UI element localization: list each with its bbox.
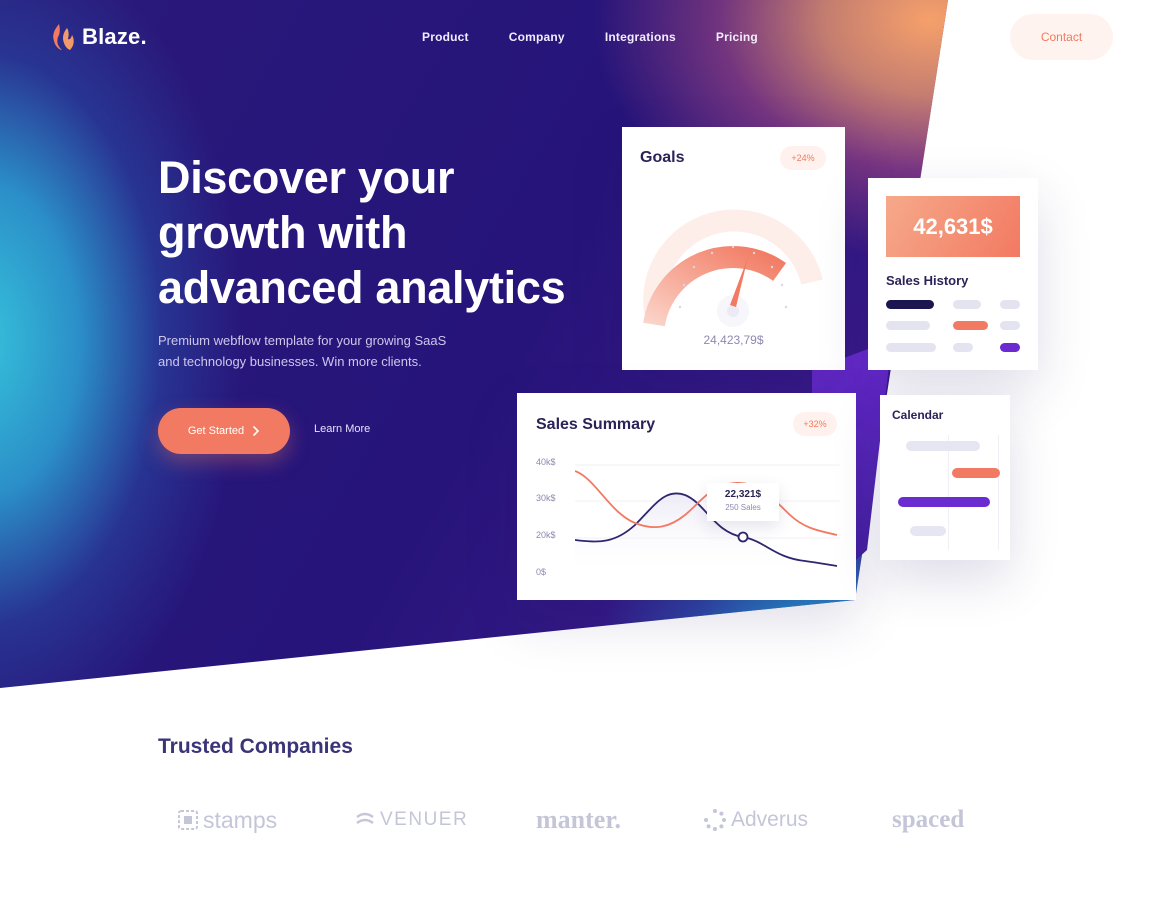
main-nav: Product Company Integrations Pricing [422, 30, 758, 44]
hero-subtitle: Premium webflow template for your growin… [158, 330, 518, 372]
calendar-event[interactable] [898, 497, 990, 507]
contact-button[interactable]: Contact [1010, 14, 1113, 60]
company-name: VENUER [380, 809, 469, 830]
calendar-title: Calendar [892, 408, 944, 422]
goals-value: 24,423,79$ [703, 333, 764, 347]
sales-history-card: 42,631$ Sales History [868, 178, 1038, 370]
sales-summary-title: Sales Summary [536, 416, 656, 433]
goals-card: Goals +24% 24,423,79$ [622, 127, 845, 370]
brand-logo[interactable]: Blaze. [50, 22, 147, 52]
company-logo-spaced: spaced [892, 800, 964, 840]
company-logos: stamps VENUER manter. Adverus spaced [0, 800, 1164, 840]
nav-link-company[interactable]: Company [509, 30, 565, 44]
history-bar [953, 343, 973, 352]
hero-title-line-2: growth with [158, 207, 408, 258]
brand-name: Blaze. [82, 24, 147, 49]
y-axis-label: 40k$ [536, 457, 556, 467]
history-bar [1000, 300, 1020, 309]
company-logo-stamps: stamps [177, 800, 277, 840]
tooltip-sub: 250 Sales [725, 503, 761, 512]
hero-subtitle-line-2: and technology businesses. Win more clie… [158, 354, 422, 369]
goals-gauge [643, 209, 823, 327]
history-bar [953, 300, 981, 309]
flame-icon [53, 24, 74, 50]
y-axis-label: 0$ [536, 567, 547, 577]
hero-subtitle-line-1: Premium webflow template for your growin… [158, 333, 447, 348]
calendar-event[interactable] [906, 441, 980, 451]
history-bar [886, 321, 930, 330]
goals-badge: +24% [780, 146, 826, 170]
trusted-companies-heading: Trusted Companies [158, 735, 353, 758]
history-bar [1000, 321, 1020, 330]
company-logo-adverus: Adverus [703, 800, 808, 840]
nav-link-pricing[interactable]: Pricing [716, 30, 758, 44]
tooltip-value: 22,321$ [724, 489, 762, 500]
calendar-gridline [998, 435, 999, 550]
hero-title-line-3: advanced analytics [158, 262, 566, 313]
company-logo-manter: manter. [536, 800, 621, 840]
sales-history-title: Sales History [886, 273, 969, 288]
stamp-icon [178, 810, 198, 830]
history-bar [953, 321, 988, 330]
get-started-label: Get Started [187, 425, 245, 437]
y-axis-label: 30k$ [536, 493, 556, 503]
venuer-mark-icon [356, 812, 374, 824]
adverus-dots-icon [704, 809, 726, 831]
sales-history-amount: 42,631$ [886, 196, 1020, 257]
calendar-card: Calendar [880, 395, 1010, 560]
company-name: manter. [536, 805, 621, 834]
history-bar [886, 300, 934, 309]
company-logo-venuer: VENUER [354, 800, 468, 840]
calendar-event[interactable] [910, 526, 946, 536]
y-axis-label: 20k$ [536, 530, 556, 540]
company-name: spaced [892, 806, 965, 833]
chevron-right-icon [253, 426, 260, 436]
calendar-gridline [948, 435, 949, 550]
sales-summary-badge: +32% [793, 412, 837, 436]
hero-title-line-1: Discover your [158, 152, 455, 203]
chart-point-marker[interactable] [737, 531, 749, 543]
calendar-event[interactable] [952, 468, 1000, 478]
company-name: stamps [203, 806, 278, 833]
series-area [575, 493, 837, 578]
sales-summary-card: Sales Summary +32% 40k$ 30k$ 20k$ 0$ 22,… [517, 393, 856, 600]
learn-more-link[interactable]: Learn More [314, 423, 370, 435]
history-bar [886, 343, 936, 352]
chart-tooltip: 22,321$ 250 Sales [707, 483, 779, 521]
nav-link-integrations[interactable]: Integrations [605, 30, 676, 44]
get-started-button[interactable]: Get Started [158, 408, 290, 454]
history-bar [1000, 343, 1020, 352]
nav-link-product[interactable]: Product [422, 30, 469, 44]
company-name: Adverus [731, 808, 809, 831]
hero-title: Discover your growth with advanced analy… [158, 150, 618, 315]
goals-title: Goals [640, 149, 685, 166]
